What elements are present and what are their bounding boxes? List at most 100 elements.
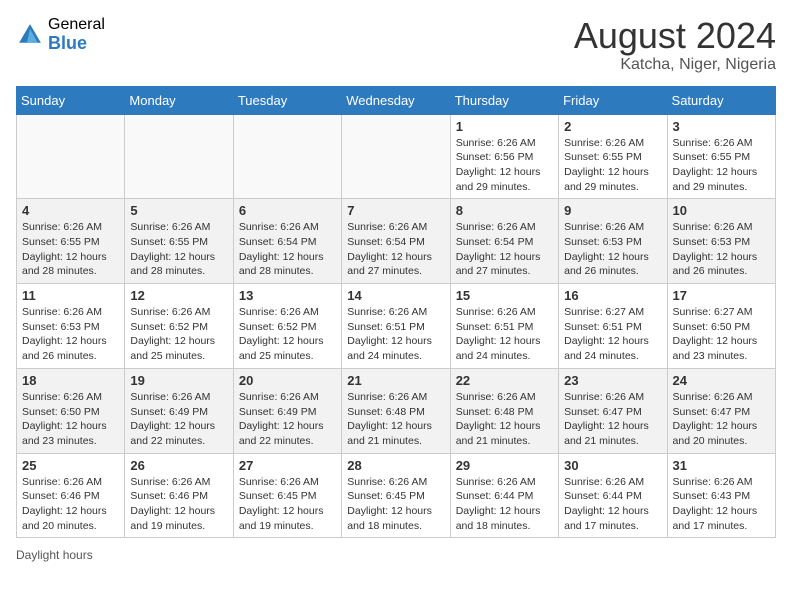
month-year: August 2024 <box>574 16 776 56</box>
calendar-cell: 22 Sunrise: 6:26 AMSunset: 6:48 PMDayligh… <box>450 368 558 453</box>
day-number: 28 <box>347 458 444 473</box>
day-number: 27 <box>239 458 336 473</box>
calendar-cell: 2Sunrise: 6:26 AMSunset: 6:55 PMDaylight… <box>559 114 667 199</box>
day-number: 21 <box>347 373 444 388</box>
calendar-week-row: 18 Sunrise: 6:26 AMSunset: 6:50 PMDayligh… <box>17 368 776 453</box>
calendar-cell: 6 Sunrise: 6:26 AMSunset: 6:54 PMDaylight… <box>233 199 341 284</box>
day-number: 15 <box>456 288 553 303</box>
day-detail: Sunrise: 6:26 AMSunset: 6:53 PMDaylight:… <box>673 220 770 279</box>
calendar-week-row: 25 Sunrise: 6:26 AMSunset: 6:46 PMDayligh… <box>17 453 776 538</box>
calendar-cell: 18 Sunrise: 6:26 AMSunset: 6:50 PMDayligh… <box>17 368 125 453</box>
day-number: 29 <box>456 458 553 473</box>
day-detail: Sunrise: 6:26 AMSunset: 6:54 PMDaylight:… <box>456 220 553 279</box>
calendar-header-row: SundayMondayTuesdayWednesdayThursdayFrid… <box>17 86 776 114</box>
calendar-cell: 11Sunrise: 6:26 AMSunset: 6:53 PMDayligh… <box>17 284 125 369</box>
calendar-cell: 19 Sunrise: 6:26 AMSunset: 6:49 PMDayligh… <box>125 368 233 453</box>
calendar-day-header: Saturday <box>667 86 775 114</box>
calendar-cell <box>17 114 125 199</box>
day-detail: Sunrise: 6:26 AMSunset: 6:51 PMDaylight:… <box>347 305 444 364</box>
calendar-cell: 31 Sunrise: 6:26 AMSunset: 6:43 PMDayligh… <box>667 453 775 538</box>
calendar-cell: 10Sunrise: 6:26 AMSunset: 6:53 PMDayligh… <box>667 199 775 284</box>
day-detail: Sunrise: 6:26 AMSunset: 6:48 PMDaylight:… <box>347 390 444 449</box>
logo-text: General Blue <box>48 16 105 53</box>
day-detail: Sunrise: 6:26 AMSunset: 6:54 PMDaylight:… <box>347 220 444 279</box>
calendar-cell: 26Sunrise: 6:26 AMSunset: 6:46 PMDayligh… <box>125 453 233 538</box>
calendar-cell: 28 Sunrise: 6:26 AMSunset: 6:45 PMDayligh… <box>342 453 450 538</box>
calendar-day-header: Monday <box>125 86 233 114</box>
day-detail: Sunrise: 6:26 AMSunset: 6:55 PMDaylight:… <box>564 136 661 195</box>
day-detail: Sunrise: 6:26 AMSunset: 6:47 PMDaylight:… <box>673 390 770 449</box>
day-number: 14 <box>347 288 444 303</box>
calendar-cell: 9Sunrise: 6:26 AMSunset: 6:53 PMDaylight… <box>559 199 667 284</box>
calendar-cell: 16 Sunrise: 6:27 AMSunset: 6:51 PMDayligh… <box>559 284 667 369</box>
location: Katcha, Niger, Nigeria <box>574 56 776 74</box>
logo-general: General <box>48 16 105 34</box>
daylight-label: Daylight hours <box>16 548 93 562</box>
calendar-cell: 1 Sunrise: 6:26 AMSunset: 6:56 PMDaylight… <box>450 114 558 199</box>
footer: Daylight hours <box>16 548 776 562</box>
day-number: 20 <box>239 373 336 388</box>
calendar-day-header: Wednesday <box>342 86 450 114</box>
day-number: 4 <box>22 203 119 218</box>
day-detail: Sunrise: 6:26 AMSunset: 6:49 PMDaylight:… <box>130 390 227 449</box>
day-detail: Sunrise: 6:26 AMSunset: 6:52 PMDaylight:… <box>239 305 336 364</box>
day-number: 13 <box>239 288 336 303</box>
day-number: 22 <box>456 373 553 388</box>
day-detail: Sunrise: 6:26 AMSunset: 6:54 PMDaylight:… <box>239 220 336 279</box>
calendar-day-header: Friday <box>559 86 667 114</box>
calendar-cell: 30 Sunrise: 6:26 AMSunset: 6:44 PMDayligh… <box>559 453 667 538</box>
day-detail: Sunrise: 6:26 AMSunset: 6:44 PMDaylight:… <box>564 475 661 534</box>
calendar-day-header: Thursday <box>450 86 558 114</box>
day-detail: Sunrise: 6:26 AMSunset: 6:51 PMDaylight:… <box>456 305 553 364</box>
day-number: 30 <box>564 458 661 473</box>
day-number: 6 <box>239 203 336 218</box>
day-detail: Sunrise: 6:26 AMSunset: 6:49 PMDaylight:… <box>239 390 336 449</box>
day-detail: Sunrise: 6:26 AMSunset: 6:43 PMDaylight:… <box>673 475 770 534</box>
day-number: 18 <box>22 373 119 388</box>
calendar-cell <box>342 114 450 199</box>
day-number: 25 <box>22 458 119 473</box>
calendar-cell: 24 Sunrise: 6:26 AMSunset: 6:47 PMDayligh… <box>667 368 775 453</box>
day-detail: Sunrise: 6:26 AMSunset: 6:45 PMDaylight:… <box>347 475 444 534</box>
day-number: 19 <box>130 373 227 388</box>
calendar-day-header: Tuesday <box>233 86 341 114</box>
day-number: 16 <box>564 288 661 303</box>
page-header: General Blue August 2024 Katcha, Niger, … <box>16 16 776 74</box>
calendar-week-row: 1 Sunrise: 6:26 AMSunset: 6:56 PMDaylight… <box>17 114 776 199</box>
calendar-cell: 12Sunrise: 6:26 AMSunset: 6:52 PMDayligh… <box>125 284 233 369</box>
day-detail: Sunrise: 6:26 AMSunset: 6:50 PMDaylight:… <box>22 390 119 449</box>
day-number: 24 <box>673 373 770 388</box>
day-number: 17 <box>673 288 770 303</box>
day-detail: Sunrise: 6:26 AMSunset: 6:48 PMDaylight:… <box>456 390 553 449</box>
day-detail: Sunrise: 6:27 AMSunset: 6:51 PMDaylight:… <box>564 305 661 364</box>
day-detail: Sunrise: 6:26 AMSunset: 6:55 PMDaylight:… <box>673 136 770 195</box>
day-number: 11 <box>22 288 119 303</box>
calendar-cell: 23Sunrise: 6:26 AMSunset: 6:47 PMDayligh… <box>559 368 667 453</box>
logo: General Blue <box>16 16 105 53</box>
day-detail: Sunrise: 6:26 AMSunset: 6:56 PMDaylight:… <box>456 136 553 195</box>
day-number: 31 <box>673 458 770 473</box>
calendar-cell <box>233 114 341 199</box>
calendar-cell: 15 Sunrise: 6:26 AMSunset: 6:51 PMDayligh… <box>450 284 558 369</box>
day-detail: Sunrise: 6:26 AMSunset: 6:44 PMDaylight:… <box>456 475 553 534</box>
calendar-cell: 27 Sunrise: 6:26 AMSunset: 6:45 PMDayligh… <box>233 453 341 538</box>
calendar-cell: 8 Sunrise: 6:26 AMSunset: 6:54 PMDaylight… <box>450 199 558 284</box>
day-number: 3 <box>673 119 770 134</box>
calendar-day-header: Sunday <box>17 86 125 114</box>
day-number: 23 <box>564 373 661 388</box>
day-detail: Sunrise: 6:26 AMSunset: 6:45 PMDaylight:… <box>239 475 336 534</box>
calendar-cell: 25 Sunrise: 6:26 AMSunset: 6:46 PMDayligh… <box>17 453 125 538</box>
day-number: 1 <box>456 119 553 134</box>
calendar-week-row: 11Sunrise: 6:26 AMSunset: 6:53 PMDayligh… <box>17 284 776 369</box>
day-number: 8 <box>456 203 553 218</box>
calendar-cell: 4Sunrise: 6:26 AMSunset: 6:55 PMDaylight… <box>17 199 125 284</box>
calendar-cell: 7 Sunrise: 6:26 AMSunset: 6:54 PMDaylight… <box>342 199 450 284</box>
calendar-cell: 5Sunrise: 6:26 AMSunset: 6:55 PMDaylight… <box>125 199 233 284</box>
day-detail: Sunrise: 6:26 AMSunset: 6:53 PMDaylight:… <box>564 220 661 279</box>
day-number: 7 <box>347 203 444 218</box>
logo-icon <box>16 21 44 49</box>
calendar-cell: 29 Sunrise: 6:26 AMSunset: 6:44 PMDayligh… <box>450 453 558 538</box>
day-number: 12 <box>130 288 227 303</box>
day-detail: Sunrise: 6:26 AMSunset: 6:46 PMDaylight:… <box>22 475 119 534</box>
day-detail: Sunrise: 6:27 AMSunset: 6:50 PMDaylight:… <box>673 305 770 364</box>
